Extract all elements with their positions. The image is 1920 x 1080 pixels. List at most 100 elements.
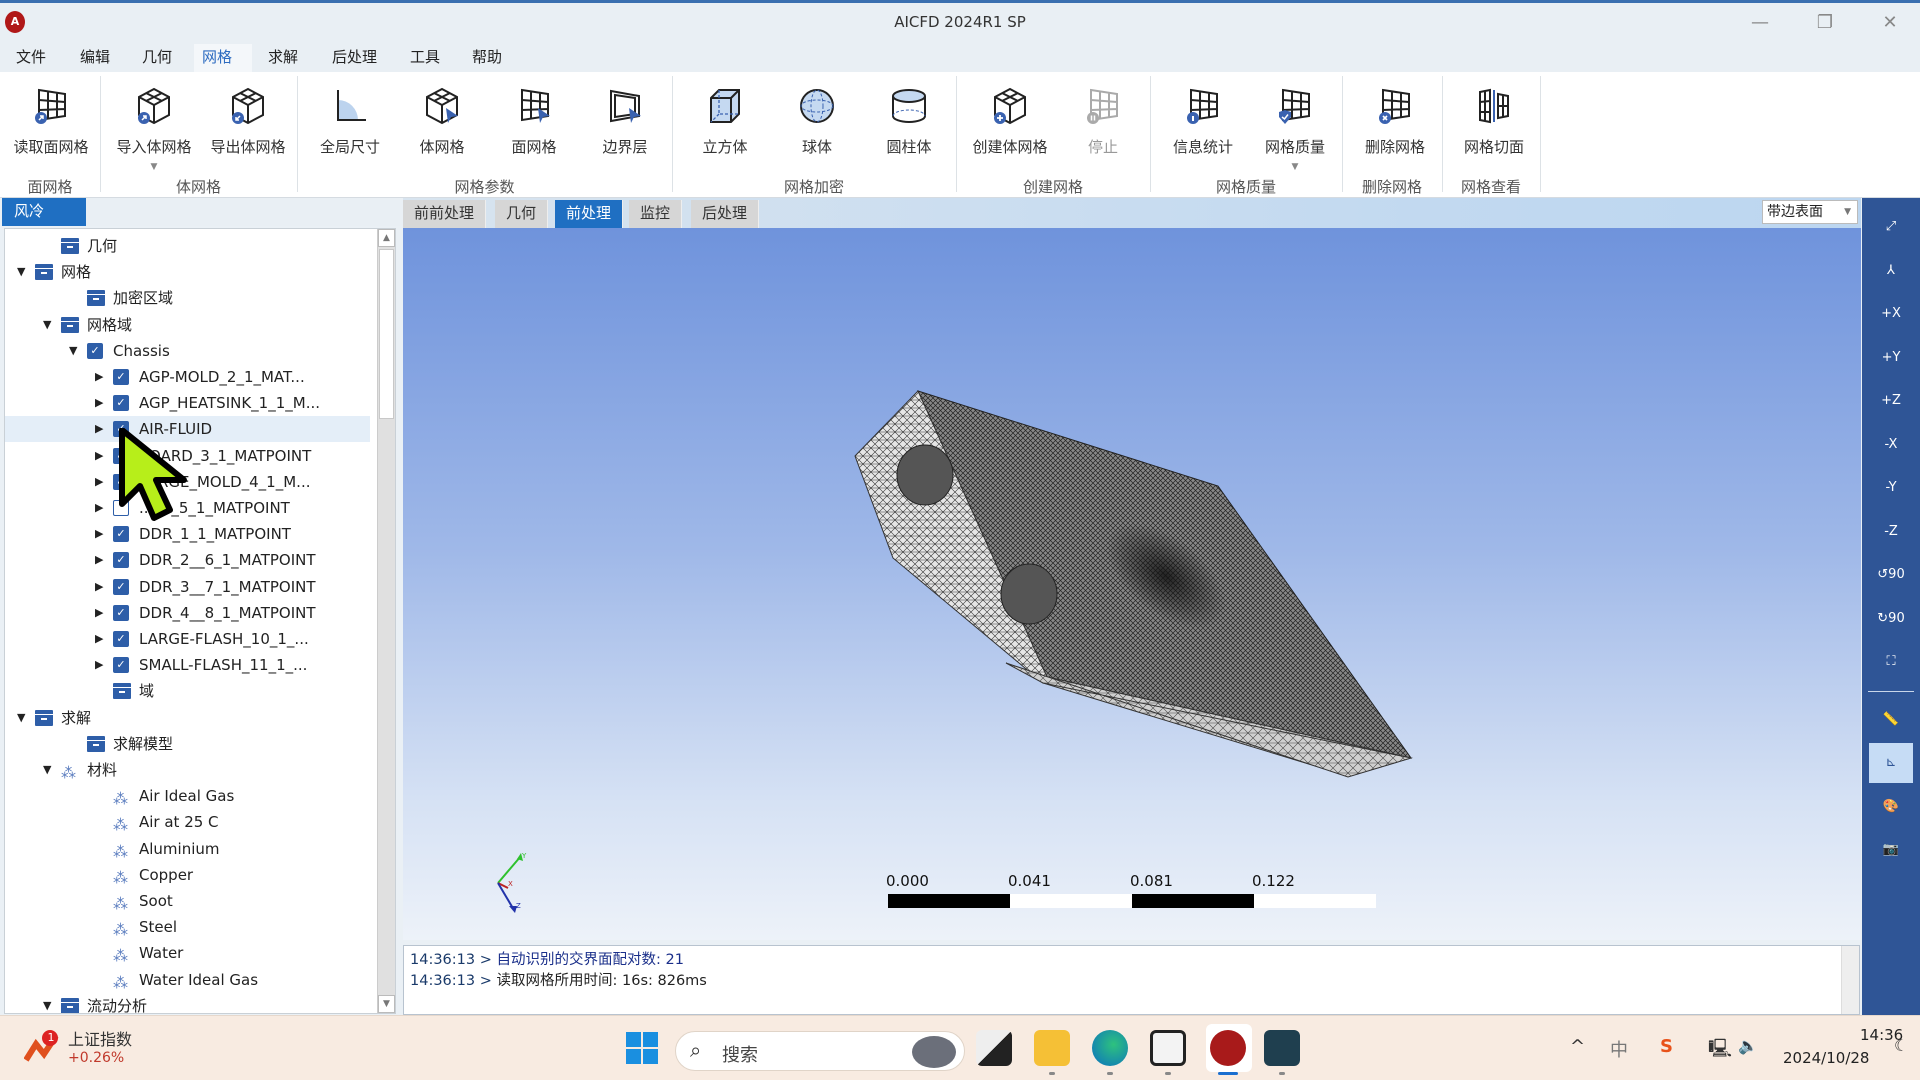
expand-arrow-icon[interactable]: ▼ [69, 338, 83, 364]
tree-item[interactable]: ▼ 网格域 [5, 312, 370, 338]
chevron-down-icon[interactable]: ▼ [109, 162, 199, 172]
collapse-arrow-icon[interactable]: ▶ [95, 416, 109, 442]
collapse-arrow-icon[interactable]: ▶ [95, 652, 109, 678]
app-icon[interactable] [1264, 1030, 1300, 1066]
tree-scrollbar[interactable]: ▲ ▼ [377, 229, 395, 1013]
view-minus-x-icon[interactable]: -X [1874, 428, 1908, 462]
tree-item[interactable]: ▶ ✓ SMALL-FLASH_11_1_... [5, 652, 370, 678]
file-explorer-icon[interactable] [1034, 1030, 1070, 1066]
menu-tools[interactable]: 工具 [402, 44, 448, 72]
view-plus-z-icon[interactable]: +Z [1874, 384, 1908, 418]
tray-overflow-icon[interactable]: ^ [1570, 1036, 1585, 1057]
tree-item[interactable]: ▼ 网格 [5, 259, 370, 285]
tree-item[interactable]: ▶ ✓ AGP_HEATSINK_1_1_M... [5, 390, 370, 416]
import-volume-mesh-button[interactable]: 导入体网格 ▼ [109, 80, 199, 172]
network-icon[interactable]: 🖳 [1708, 1036, 1732, 1066]
task-view-icon[interactable] [976, 1030, 1012, 1066]
palette-icon[interactable]: 🎨 [1874, 790, 1908, 824]
panel-tab-air-cooling[interactable]: 风冷 [2, 198, 86, 226]
tree-item[interactable]: ▶ ✓ AGP-MOLD_2_1_MAT... [5, 364, 370, 390]
mesh-model[interactable] [403, 228, 1861, 940]
tree-item[interactable]: ▼ 求解 [5, 705, 370, 731]
axes-toggle-icon[interactable]: ⊾ [1869, 743, 1913, 783]
scroll-thumb[interactable] [379, 249, 394, 419]
tree-item[interactable]: ▶ ✓ DDR_4__8_1_MATPOINT [5, 600, 370, 626]
collapse-arrow-icon[interactable]: ▶ [95, 626, 109, 652]
checkbox[interactable]: ✓ [113, 631, 129, 647]
tree-item[interactable]: 加密区域 [5, 285, 370, 311]
expand-arrow-icon[interactable]: ▼ [17, 705, 31, 731]
tab-monitor[interactable]: 监控 [629, 200, 683, 228]
checkbox[interactable]: ✓ [113, 657, 129, 674]
collapse-arrow-icon[interactable]: ▶ [95, 469, 109, 495]
minimize-button[interactable]: — [1740, 9, 1780, 37]
checkbox[interactable]: ✓ [113, 395, 129, 412]
tab-geometry[interactable]: 几何 [495, 200, 549, 228]
view-minus-z-icon[interactable]: -Z [1874, 515, 1908, 549]
stock-widget[interactable]: 1 上证指数 +0.26% [24, 1024, 164, 1074]
ruler-icon[interactable]: 📏 [1874, 703, 1908, 737]
aicfd-app-icon[interactable] [1210, 1030, 1246, 1066]
boundary-layer-button[interactable]: 边界层 [580, 80, 670, 170]
volume-icon[interactable]: 🔈 [1738, 1036, 1758, 1055]
notification-icon[interactable]: ☾ [1894, 1036, 1908, 1055]
global-size-button[interactable]: 全局尺寸 [305, 80, 395, 170]
expand-arrow-icon[interactable]: ▼ [17, 259, 31, 285]
scroll-down-button[interactable]: ▼ [378, 995, 395, 1013]
chevron-down-icon[interactable]: ▼ [1250, 162, 1340, 172]
checkbox[interactable]: ✓ [87, 342, 103, 359]
mesh-quality-button[interactable]: 网格质量 ▼ [1250, 80, 1340, 172]
collapse-arrow-icon[interactable]: ▶ [95, 600, 109, 626]
view-plus-y-icon[interactable]: +Y [1874, 341, 1908, 375]
security-app-icon[interactable] [1150, 1030, 1186, 1066]
tree-item[interactable]: ⁂ Air at 25 C [5, 809, 370, 835]
stop-button[interactable]: 停止 [1058, 80, 1148, 170]
rotate-ccw-90-icon[interactable]: ↺90 [1874, 558, 1908, 592]
info-statistics-button[interactable]: 信息统计 [1158, 80, 1248, 170]
menu-mesh[interactable]: 网格 [194, 44, 252, 72]
close-button[interactable]: ✕ [1870, 9, 1910, 37]
restore-button[interactable]: ❐ [1805, 9, 1845, 37]
checkbox[interactable]: ✓ [113, 526, 129, 543]
checkbox[interactable]: ✓ [113, 369, 129, 385]
tree-item[interactable]: ⁂ Aluminium [5, 836, 370, 862]
tab-postprocess[interactable]: 后处理 [691, 200, 760, 228]
rotate-cw-90-icon[interactable]: ↻90 [1874, 602, 1908, 636]
menu-postprocess[interactable]: 后处理 [324, 44, 385, 72]
tree-item[interactable]: ⁂ Water [5, 940, 370, 966]
log-scrollbar[interactable] [1841, 946, 1859, 1014]
expand-arrow-icon[interactable]: ▼ [43, 993, 57, 1013]
display-mode-select[interactable]: 带边表面 ▼ [1762, 200, 1858, 224]
fullscreen-icon[interactable]: ⛶ [1874, 645, 1908, 679]
export-volume-mesh-button[interactable]: 导出体网格 [203, 80, 293, 170]
sogou-ime-icon[interactable]: S [1660, 1036, 1673, 1057]
tree-item[interactable]: ▶ ✓ DDR_3__7_1_MATPOINT [5, 574, 370, 600]
3d-viewport[interactable]: Y X Z [403, 228, 1861, 940]
mesh-slice-button[interactable]: 网格切面 [1449, 80, 1539, 170]
collapse-arrow-icon[interactable]: ▶ [95, 521, 109, 547]
expand-arrow-icon[interactable]: ▼ [43, 312, 57, 338]
tree-item[interactable]: ▼ ✓ Chassis [5, 338, 370, 364]
menu-geometry[interactable]: 几何 [134, 44, 180, 72]
collapse-arrow-icon[interactable]: ▶ [95, 574, 109, 600]
collapse-arrow-icon[interactable]: ▶ [95, 547, 109, 573]
menu-edit[interactable]: 编辑 [72, 44, 118, 72]
tree-item[interactable]: 求解模型 [5, 731, 370, 757]
clock-date[interactable]: 2024/10/28 [1783, 1049, 1869, 1067]
tree-item[interactable]: ▶ ✓ LARGE-FLASH_10_1_... [5, 626, 370, 652]
sphere-button[interactable]: 球体 [772, 80, 862, 170]
collapse-arrow-icon[interactable]: ▶ [95, 364, 109, 390]
view-minus-y-icon[interactable]: -Y [1874, 471, 1908, 505]
screenshot-icon[interactable]: 📷 [1874, 833, 1908, 867]
tree-item[interactable]: ▶ ✓ DDR_2__6_1_MATPOINT [5, 547, 370, 573]
delete-mesh-button[interactable]: 删除网格 [1350, 80, 1440, 170]
tree-item[interactable]: ⁂ Water Ideal Gas [5, 967, 370, 993]
ime-indicator[interactable]: 中 [1610, 1036, 1628, 1062]
tree-item[interactable]: 几何 [5, 233, 370, 259]
expand-arrow-icon[interactable]: ▼ [43, 757, 57, 783]
tab-preprocess[interactable]: 前处理 [555, 200, 624, 228]
read-surface-mesh-button[interactable]: 读取面网格 [6, 80, 96, 170]
tree-item[interactable]: ⁂ Soot [5, 888, 370, 914]
fit-view-icon[interactable]: ⤢ [1874, 210, 1908, 244]
edge-browser-icon[interactable] [1092, 1030, 1128, 1066]
